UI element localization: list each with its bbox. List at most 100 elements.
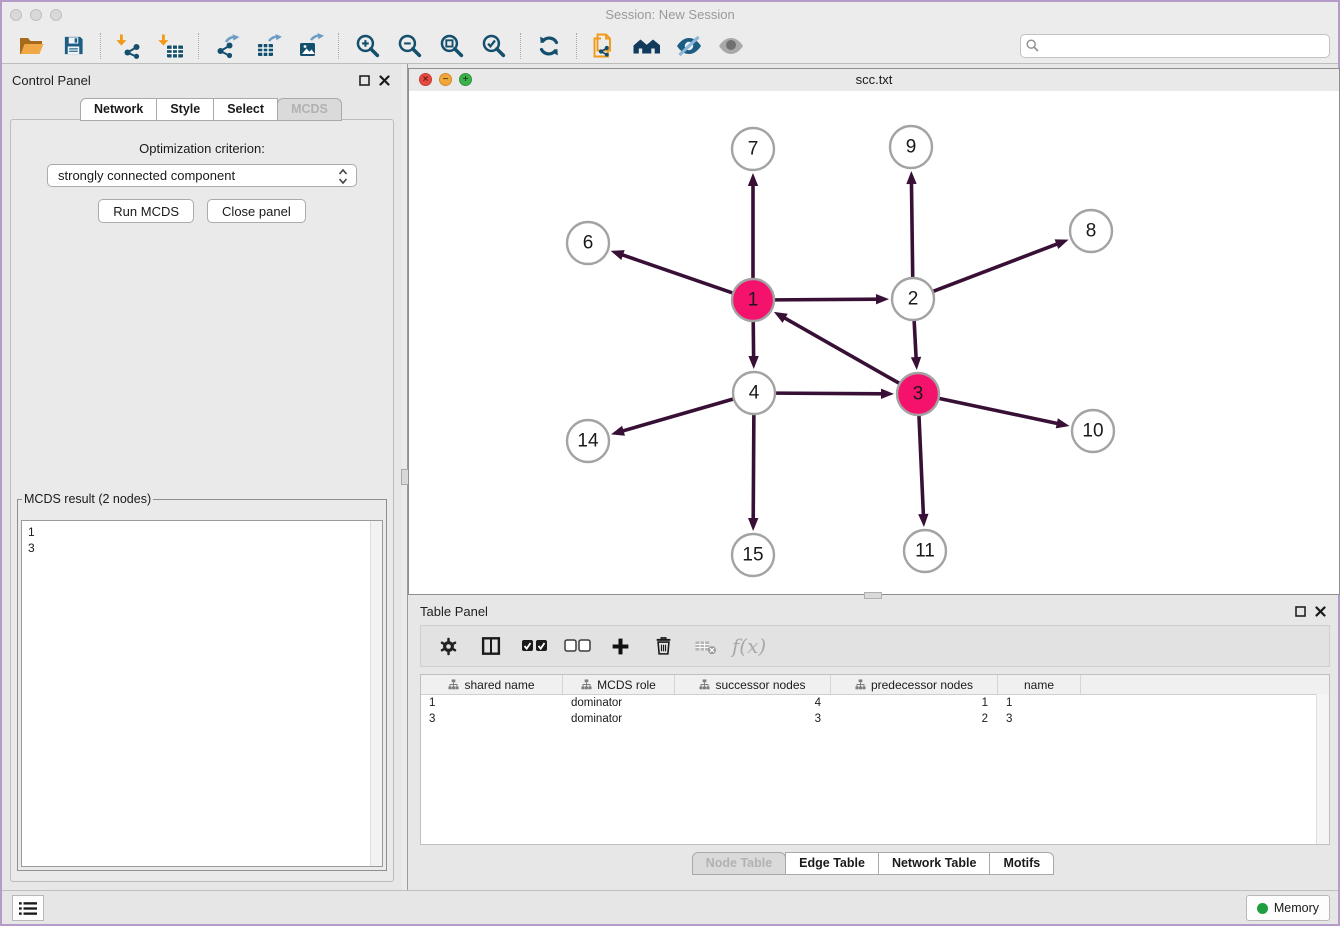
result-scrollbar[interactable] <box>370 521 382 866</box>
zoom-in-button[interactable] <box>349 31 385 61</box>
search-box <box>1020 34 1330 58</box>
graph-edge[interactable] <box>940 399 1060 424</box>
tab-select[interactable]: Select <box>213 98 278 121</box>
refresh-button[interactable] <box>531 31 567 61</box>
zoom-selected-button[interactable] <box>475 31 511 61</box>
zoom-fit-button[interactable] <box>433 31 469 61</box>
network-canvas[interactable]: 7968124314101511 <box>409 91 1339 594</box>
graph-edge[interactable] <box>783 317 899 383</box>
select-all-columns-button[interactable] <box>517 630 551 662</box>
export-image-button[interactable] <box>293 31 329 61</box>
import-table-button[interactable] <box>153 31 189 61</box>
table-row[interactable]: 1dominator411 <box>421 695 1329 711</box>
graph-edge[interactable] <box>914 321 916 360</box>
graph-edge-arrow <box>911 357 921 370</box>
import-network-button[interactable] <box>111 31 147 61</box>
optimization-criterion-label: Optimization criterion: <box>11 141 393 156</box>
window-titlebar: Session: New Session <box>2 2 1338 28</box>
tab-node-table[interactable]: Node Table <box>692 852 786 875</box>
show-task-history-button[interactable] <box>12 895 44 921</box>
close-panel-button[interactable] <box>376 72 392 88</box>
hide-selected-button[interactable] <box>671 31 707 61</box>
horizontal-splitter-grip[interactable] <box>864 592 882 599</box>
hierarchy-icon <box>448 679 459 690</box>
column-header-predecessor-nodes[interactable]: predecessor nodes <box>831 675 998 694</box>
column-header-mcds-role[interactable]: MCDS role <box>563 675 675 694</box>
graph-edge[interactable] <box>934 243 1060 291</box>
graph-edge[interactable] <box>919 416 924 517</box>
graph-edge[interactable] <box>621 399 733 431</box>
import-network-icon <box>116 33 142 59</box>
function-builder-button-disabled: f(x) <box>732 630 766 662</box>
graph-node-label: 11 <box>915 541 935 562</box>
toolbar-separator <box>520 33 522 59</box>
graph-edge[interactable] <box>753 415 754 521</box>
clone-network-button[interactable] <box>587 31 623 61</box>
network-graph[interactable]: 7968124314101511 <box>409 91 1340 596</box>
tab-mcds[interactable]: MCDS <box>277 98 342 121</box>
graph-node-label: 7 <box>748 139 759 160</box>
graph-edge[interactable] <box>775 299 879 300</box>
table-header-row: shared name MCDS role successor nodes pr… <box>421 675 1329 695</box>
fx-icon: f(x) <box>732 634 766 658</box>
graph-edge[interactable] <box>911 181 912 277</box>
graph-edge-arrow <box>918 514 928 527</box>
graph-node-label: 9 <box>906 137 917 158</box>
list-icon <box>19 901 37 916</box>
table-scrollbar[interactable] <box>1316 694 1329 844</box>
float-table-panel-button[interactable] <box>1292 603 1308 619</box>
table-cell: 2 <box>831 713 998 725</box>
run-mcds-button[interactable]: Run MCDS <box>98 199 194 223</box>
zoom-out-icon <box>396 32 423 59</box>
column-header-successor-nodes[interactable]: successor nodes <box>675 675 831 694</box>
zoom-out-button[interactable] <box>391 31 427 61</box>
memory-status-icon <box>1257 903 1268 914</box>
tab-network-table[interactable]: Network Table <box>878 852 991 875</box>
export-image-icon <box>298 33 324 59</box>
graph-edge-arrow <box>906 171 916 184</box>
hierarchy-icon <box>581 679 592 690</box>
graph-edge[interactable] <box>776 393 884 394</box>
deselect-all-columns-button[interactable] <box>560 630 594 662</box>
graph-edge-arrow <box>611 250 625 260</box>
mcds-result-text[interactable]: 13 <box>21 520 383 867</box>
mcds-result-title: MCDS result (2 nodes) <box>22 492 153 506</box>
table-cell: dominator <box>563 697 675 709</box>
graph-edge-arrow <box>748 356 758 369</box>
show-all-button[interactable] <box>713 31 749 61</box>
tab-edge-table[interactable]: Edge Table <box>785 852 879 875</box>
export-network-button[interactable] <box>209 31 245 61</box>
tab-network[interactable]: Network <box>80 98 157 121</box>
open-folder-icon <box>18 34 44 58</box>
hierarchy-icon <box>855 679 866 690</box>
graph-edge-arrow <box>881 389 894 399</box>
criterion-select[interactable]: strongly connected component <box>47 164 357 187</box>
table-row[interactable]: 3dominator323 <box>421 711 1329 727</box>
graph-node-label: 2 <box>908 289 919 310</box>
close-panel-button-mcds[interactable]: Close panel <box>207 199 306 223</box>
save-session-button[interactable] <box>55 31 91 61</box>
criterion-value: strongly connected component <box>58 168 235 183</box>
close-table-panel-button[interactable] <box>1312 603 1328 619</box>
tab-style[interactable]: Style <box>156 98 214 121</box>
network-window-title: scc.txt <box>409 72 1339 87</box>
memory-button[interactable]: Memory <box>1246 895 1330 921</box>
float-panel-button[interactable] <box>356 72 372 88</box>
graph-edge[interactable] <box>620 254 732 293</box>
column-header-shared-name[interactable]: shared name <box>421 675 563 694</box>
hierarchy-icon <box>699 679 710 690</box>
show-column-panel-button[interactable] <box>474 630 508 662</box>
graph-node-label: 6 <box>583 233 594 254</box>
search-input[interactable] <box>1020 34 1330 58</box>
create-column-button[interactable] <box>603 630 637 662</box>
memory-label: Memory <box>1274 901 1319 915</box>
column-header-name[interactable]: name <box>998 675 1081 694</box>
delete-column-button[interactable] <box>646 630 680 662</box>
eye-icon <box>717 34 745 58</box>
toolbar-separator <box>338 33 340 59</box>
open-session-button[interactable] <box>13 31 49 61</box>
home-button[interactable] <box>629 31 665 61</box>
tab-motifs[interactable]: Motifs <box>989 852 1054 875</box>
table-settings-button[interactable] <box>431 630 465 662</box>
export-table-button[interactable] <box>251 31 287 61</box>
